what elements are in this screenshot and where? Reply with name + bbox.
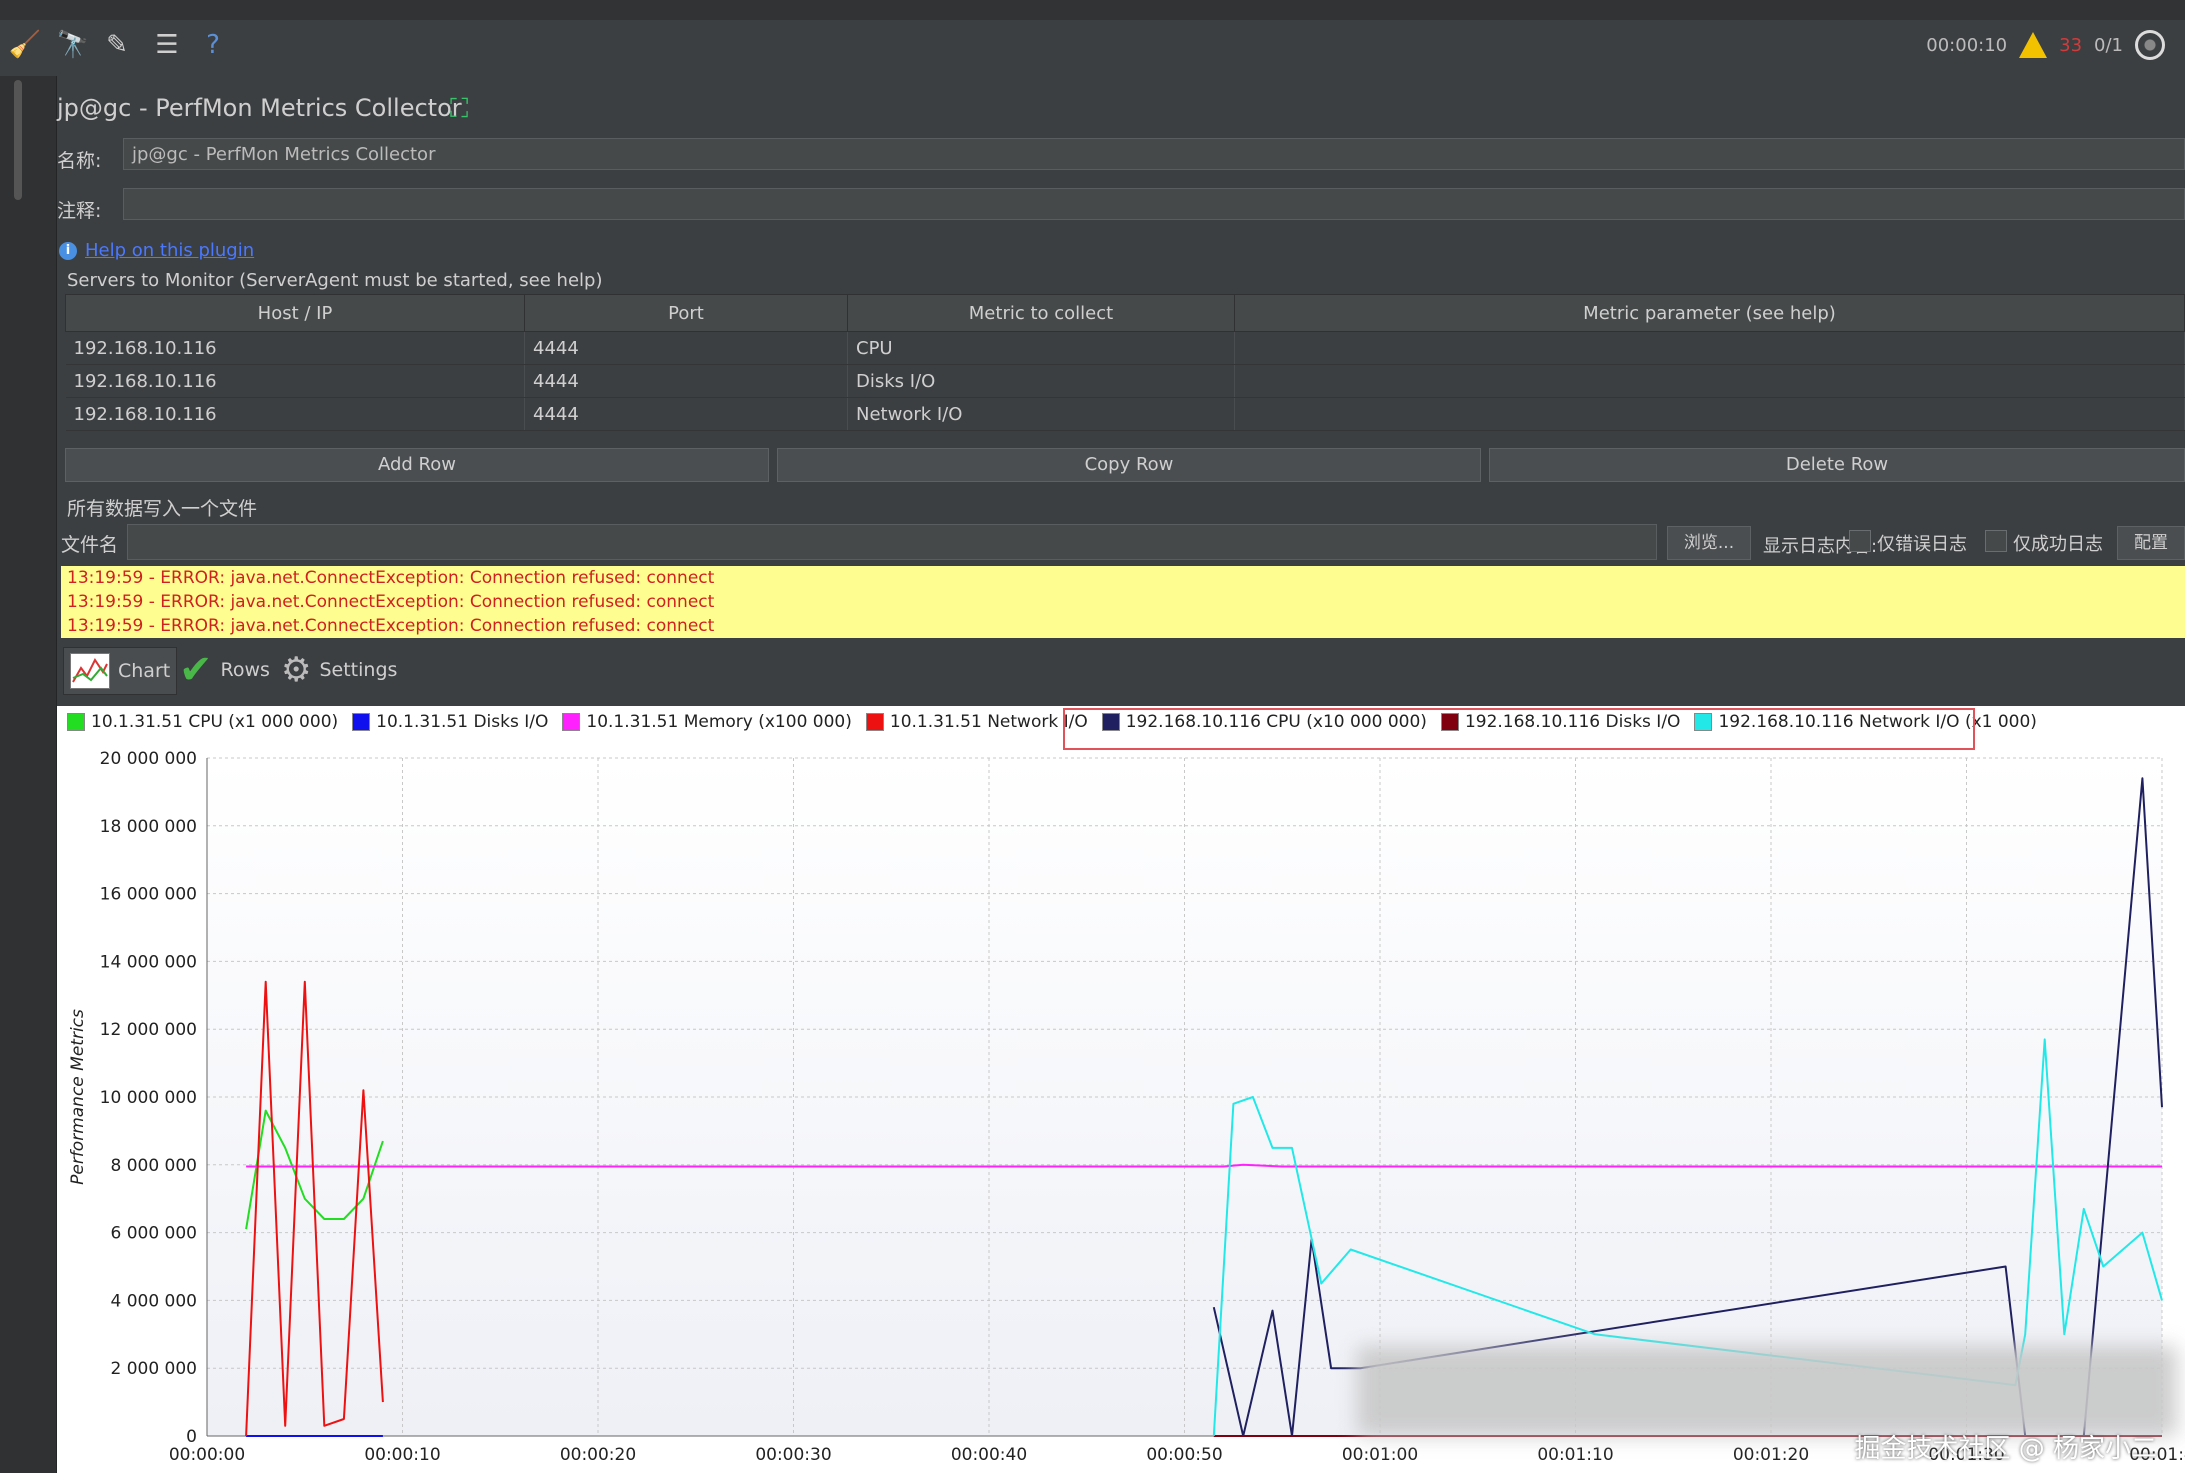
x-tick-label: 00:00:00 bbox=[169, 1445, 245, 1465]
y-tick-label: 2 000 000 bbox=[110, 1359, 197, 1379]
clear-icon[interactable]: ✎ bbox=[100, 28, 134, 62]
tab-settings-label: Settings bbox=[319, 659, 398, 681]
info-icon: i bbox=[59, 242, 77, 260]
watermark: 掘金技术社区 @ 杨家小二 bbox=[1854, 1434, 2157, 1464]
elapsed-time: 00:00:10 bbox=[1926, 34, 2008, 56]
blurred-region bbox=[1357, 1346, 2177, 1436]
error-line: 13:19:59 - ERROR: java.net.ConnectExcept… bbox=[67, 616, 715, 636]
y-tick-label: 18 000 000 bbox=[100, 817, 197, 837]
table-row[interactable]: 192.168.10.116 4444 Disks I/O bbox=[65, 364, 2185, 398]
only-errors-label: 仅错误日志 bbox=[1877, 534, 1967, 555]
column-header-parameter[interactable]: Metric parameter (see help) bbox=[1234, 294, 2185, 332]
column-header-port[interactable]: Port bbox=[524, 294, 848, 332]
table-cell[interactable]: CPU bbox=[847, 331, 1235, 365]
y-tick-label: 4 000 000 bbox=[110, 1291, 197, 1311]
tab-chart[interactable]: Chart bbox=[63, 647, 178, 695]
tab-chart-label: Chart bbox=[118, 660, 171, 682]
table-header-row: Host / IP Port Metric to collect Metric … bbox=[65, 294, 2185, 332]
table-cell[interactable] bbox=[1234, 364, 2185, 398]
comment-field[interactable] bbox=[123, 188, 2185, 220]
config-button[interactable]: 配置 bbox=[2117, 526, 2185, 560]
only-errors-checkbox[interactable] bbox=[1849, 530, 1871, 552]
line-chart-icon bbox=[70, 653, 110, 689]
x-tick-label: 00:00:20 bbox=[560, 1445, 636, 1465]
perfmon-chart[interactable]: 10.1.31.51 CPU (x1 000 000) 10.1.31.51 D… bbox=[57, 706, 2185, 1473]
filename-field[interactable] bbox=[127, 524, 1657, 560]
table-cell[interactable] bbox=[1234, 397, 2185, 431]
y-tick-label: 12 000 000 bbox=[100, 1020, 197, 1040]
help-link[interactable]: Help on this plugin bbox=[85, 240, 254, 261]
thread-count: 0/1 bbox=[2094, 34, 2123, 56]
comment-label: 注释: bbox=[57, 200, 102, 222]
binoculars-icon[interactable]: 🔭 bbox=[56, 28, 90, 62]
table-cell[interactable]: 4444 bbox=[524, 397, 848, 431]
y-axis-label: Performance Metrics bbox=[68, 1009, 88, 1185]
x-tick-label: 00:01:20 bbox=[1733, 1445, 1809, 1465]
y-tick-label: 16 000 000 bbox=[100, 885, 197, 905]
table-cell[interactable]: 192.168.10.116 bbox=[65, 397, 525, 431]
x-tick-label: 00:00:10 bbox=[364, 1445, 440, 1465]
name-field[interactable]: jp@gc - PerfMon Metrics Collector bbox=[123, 138, 2185, 170]
add-row-button[interactable]: Add Row bbox=[65, 448, 769, 482]
main-toolbar: 🧹 🔭 ✎ ☰ ? 00:00:10 33 0/1 bbox=[0, 0, 2185, 77]
window-top-strip bbox=[0, 0, 2185, 20]
table-row[interactable]: 192.168.10.116 4444 Network I/O bbox=[65, 397, 2185, 431]
column-header-metric[interactable]: Metric to collect bbox=[847, 294, 1235, 332]
x-tick-label: 00:01:10 bbox=[1537, 1445, 1613, 1465]
table-cell[interactable]: 192.168.10.116 bbox=[65, 331, 525, 365]
name-label: 名称: bbox=[57, 150, 102, 172]
column-header-host[interactable]: Host / IP bbox=[65, 294, 525, 332]
function-list-icon[interactable]: ☰ bbox=[150, 28, 184, 62]
warning-icon[interactable] bbox=[2019, 32, 2048, 58]
table-row[interactable]: 192.168.10.116 4444 CPU bbox=[65, 331, 2185, 365]
table-cell[interactable]: Disks I/O bbox=[847, 364, 1235, 398]
y-tick-label: 20 000 000 bbox=[100, 749, 197, 769]
tree-scrollbar[interactable] bbox=[14, 80, 22, 200]
servers-section-title: Servers to Monitor (ServerAgent must be … bbox=[67, 270, 603, 291]
tree-panel-edge[interactable] bbox=[0, 76, 57, 1473]
checkmark-icon: ✔ bbox=[179, 647, 213, 693]
y-tick-label: 6 000 000 bbox=[110, 1224, 197, 1244]
table-cell[interactable]: 4444 bbox=[524, 331, 848, 365]
tab-rows[interactable]: ✔ Rows bbox=[179, 647, 270, 693]
y-tick-label: 10 000 000 bbox=[100, 1088, 197, 1108]
write-all-to-file-label: 所有数据写入一个文件 bbox=[67, 498, 258, 520]
tab-settings[interactable]: ⚙ Settings bbox=[281, 647, 397, 693]
error-log-area[interactable]: 13:19:59 - ERROR: java.net.ConnectExcept… bbox=[61, 566, 2185, 638]
x-tick-label: 00:01:00 bbox=[1342, 1445, 1418, 1465]
servers-table: Host / IP Port Metric to collect Metric … bbox=[65, 294, 2185, 431]
broom-icon[interactable]: 🧹 bbox=[8, 28, 42, 62]
y-tick-label: 8 000 000 bbox=[110, 1156, 197, 1176]
browse-button[interactable]: 浏览... bbox=[1667, 526, 1751, 560]
tab-rows-label: Rows bbox=[220, 659, 270, 681]
copy-row-button[interactable]: Copy Row bbox=[777, 448, 1481, 482]
error-count: 33 bbox=[2059, 34, 2083, 56]
x-tick-label: 00:00:50 bbox=[1146, 1445, 1222, 1465]
help-icon[interactable]: ? bbox=[196, 28, 230, 62]
x-tick-label: 00:00:30 bbox=[755, 1445, 831, 1465]
y-tick-label: 14 000 000 bbox=[100, 952, 197, 972]
delete-row-button[interactable]: Delete Row bbox=[1489, 448, 2185, 482]
y-tick-label: 0 bbox=[186, 1427, 197, 1447]
gear-icon: ⚙ bbox=[281, 650, 312, 690]
error-line: 13:19:59 - ERROR: java.net.ConnectExcept… bbox=[67, 592, 715, 612]
remote-globe-icon[interactable] bbox=[2135, 30, 2165, 60]
page-title: jp@gc - PerfMon Metrics Collector bbox=[57, 94, 462, 122]
x-tick-label: 00:00:40 bbox=[951, 1445, 1027, 1465]
error-line: 13:19:59 - ERROR: java.net.ConnectExcept… bbox=[67, 568, 715, 588]
table-cell[interactable]: Network I/O bbox=[847, 397, 1235, 431]
expand-icon[interactable]: ⛶ bbox=[450, 94, 468, 125]
table-cell[interactable] bbox=[1234, 331, 2185, 365]
only-success-checkbox[interactable] bbox=[1985, 530, 2007, 552]
table-cell[interactable]: 4444 bbox=[524, 364, 848, 398]
filename-label: 文件名 bbox=[61, 534, 119, 556]
table-cell[interactable]: 192.168.10.116 bbox=[65, 364, 525, 398]
only-success-label: 仅成功日志 bbox=[2013, 534, 2103, 555]
chart-tabs: Chart ✔ Rows ⚙ Settings bbox=[61, 641, 2185, 699]
